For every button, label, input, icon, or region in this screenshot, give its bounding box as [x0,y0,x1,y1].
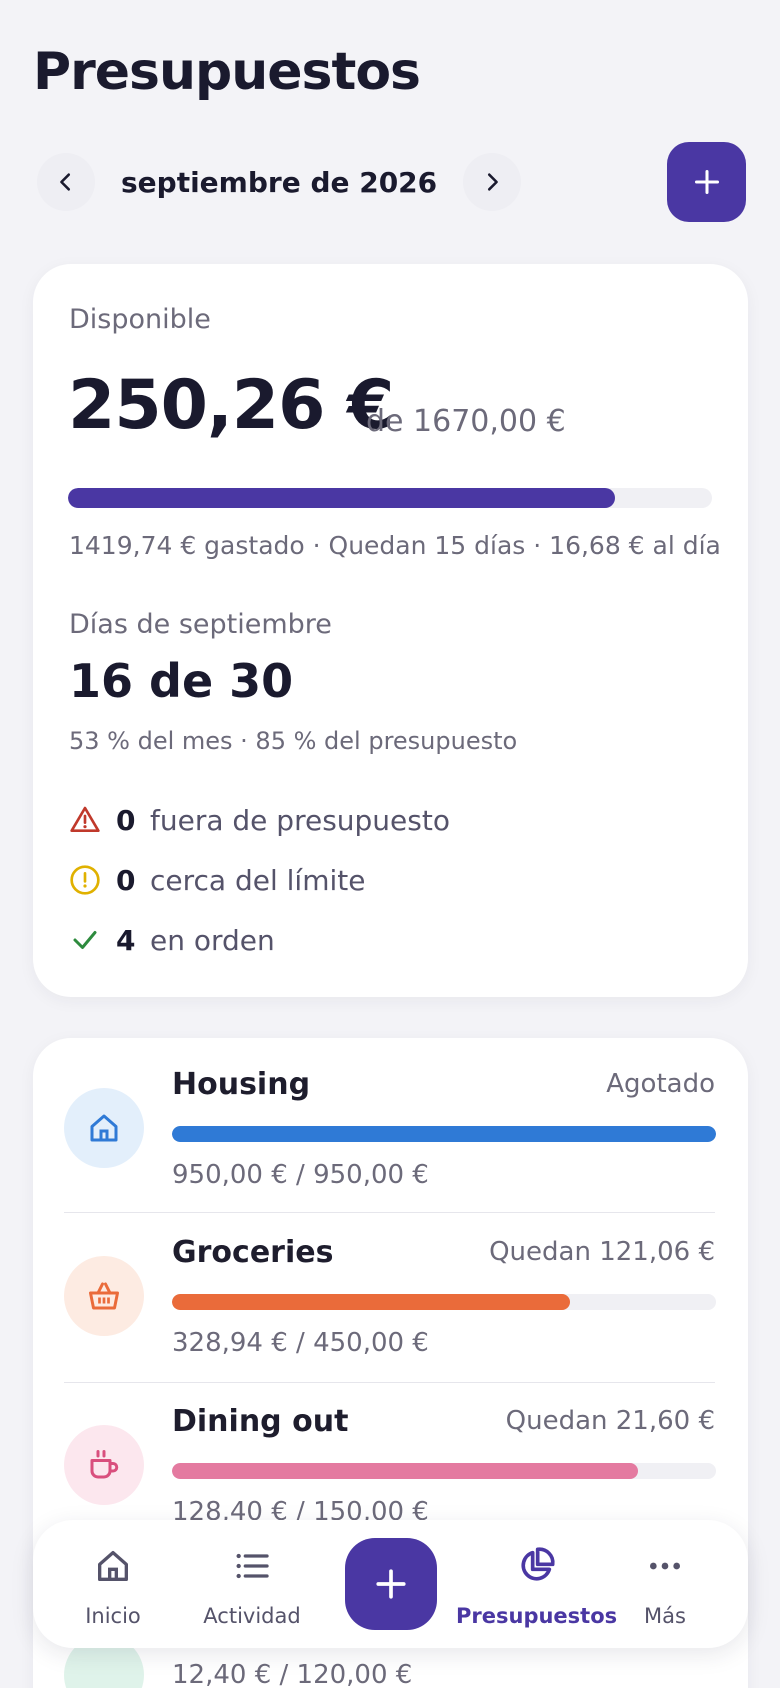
category-row-housing[interactable]: Housing Agotado 950,00 € / 950,00 € [33,1038,748,1206]
status-label: fuera de presupuesto [150,803,450,837]
status-label: en orden [150,923,275,957]
category-remaining: Agotado [606,1069,715,1099]
nav-item-actividad[interactable]: Actividad [182,1520,322,1648]
days-subtext: 53 % del mes · 85 % del presupuesto [69,727,518,755]
category-progress-track [172,1463,716,1479]
nav-item-presupuestos[interactable]: Presupuestos [456,1520,618,1648]
category-amounts: 950,00 € / 950,00 € [172,1160,429,1190]
category-progress-fill [172,1463,638,1479]
chevron-left-icon [60,173,71,191]
page-title: Presupuestos [33,42,421,102]
budget-total: de 1670,00 € [366,404,566,439]
month-navigator: septiembre de 2026 [37,148,522,216]
plus-icon [694,169,719,195]
category-row-dining-out[interactable]: Dining out Quedan 21,60 € 128,40 € / 150… [33,1375,748,1543]
category-progress-track [172,1126,716,1142]
list-icon [236,1553,269,1579]
home-icon [98,1551,128,1581]
category-amounts: 328,94 € / 450,00 € [172,1328,429,1358]
category-row-groceries[interactable]: Groceries Quedan 121,06 € 328,94 € / 450… [33,1206,748,1374]
category-remaining: Quedan 121,06 € [489,1237,715,1267]
chevron-right-icon [488,173,499,191]
spent-summary-line: 1419,74 € gastado · Quedan 15 días · 16,… [69,531,721,560]
current-month-label: septiembre de 2026 [121,165,438,199]
category-progress-track [172,1294,716,1310]
warning-triangle-icon [68,803,102,837]
category-amounts: 12,40 € / 120,00 € [172,1660,413,1688]
category-icon-circle [64,1256,144,1336]
nav-label: Inicio [85,1604,141,1628]
nav-label: Presupuestos [456,1604,618,1628]
more-dots-icon [650,1562,680,1570]
alert-circle-icon [68,863,102,897]
days-value: 16 de 30 [69,654,294,708]
status-label: cerca del límite [150,863,366,897]
add-budget-button[interactable] [667,142,746,222]
status-count: 0 [116,863,136,897]
status-over-budget: 0 fuera de presupuesto [68,803,450,837]
plus-icon [376,1569,406,1599]
pie-chart-icon [521,1547,555,1581]
bottom-navigation: Inicio Actividad Presupuestos Más [33,1520,748,1648]
days-label: Días de septiembre [69,609,332,640]
category-progress-fill [172,1294,570,1310]
category-remaining: Quedan 21,60 € [505,1406,715,1436]
nav-item-inicio[interactable]: Inicio [43,1520,183,1648]
check-icon [68,923,102,957]
category-icon-circle [64,1088,144,1168]
coffee-cup-icon [90,1450,119,1479]
available-label: Disponible [69,304,211,335]
prev-month-button[interactable] [37,153,95,211]
nav-label: Actividad [203,1604,301,1628]
category-icon-circle [64,1425,144,1505]
category-progress-fill [172,1126,716,1142]
status-count: 4 [116,923,136,957]
category-name: Dining out [172,1404,349,1439]
category-name: Housing [172,1067,311,1102]
category-name: Groceries [172,1235,334,1270]
overall-progress-track [68,488,712,508]
next-month-button[interactable] [463,153,522,211]
available-amount: 250,26 € [68,366,394,445]
basket-icon [89,1282,119,1310]
nav-label: Más [644,1604,686,1628]
status-near-limit: 0 cerca del límite [68,863,365,897]
status-on-track: 4 en orden [68,923,275,957]
nav-item-mas[interactable]: Más [595,1520,735,1648]
overall-progress-fill [68,488,616,508]
home-icon [90,1114,118,1142]
status-count: 0 [116,803,136,837]
add-transaction-button[interactable] [345,1538,437,1630]
